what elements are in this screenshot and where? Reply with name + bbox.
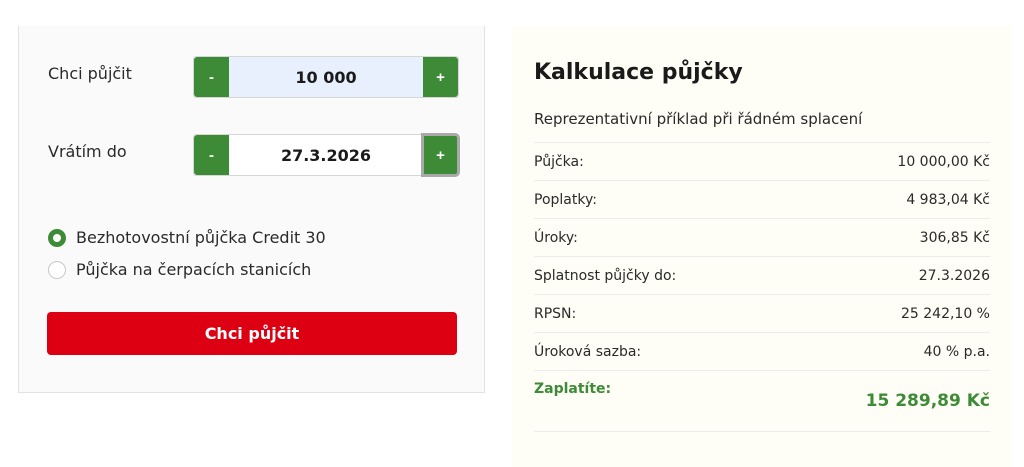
row-label: Poplatky: <box>534 191 597 208</box>
date-stepper: - 27.3.2026 + <box>193 133 460 177</box>
summary-row-total: Zaplatíte: 15 289,89 Kč <box>534 370 990 432</box>
row-value: 10 000,00 Kč <box>897 153 990 170</box>
option-fuel-stations[interactable]: Půjčka na čerpacích stanicích <box>48 260 311 279</box>
option-label: Půjčka na čerpacích stanicích <box>76 260 312 279</box>
summary-table: Půjčka: 10 000,00 Kč Poplatky: 4 983,04 … <box>534 142 990 432</box>
row-label: Půjčka: <box>534 153 584 170</box>
submit-loan-button[interactable]: Chci půjčit <box>47 312 457 355</box>
option-credit30[interactable]: Bezhotovostní půjčka Credit 30 <box>48 228 326 247</box>
row-value: 27.3.2026 <box>918 267 990 284</box>
total-label: Zaplatíte: <box>534 381 612 397</box>
loan-calculation-panel: Kalkulace půjčky Reprezentativní příklad… <box>512 26 1012 467</box>
summary-row-fees: Poplatky: 4 983,04 Kč <box>534 180 990 218</box>
amount-label: Chci půjčit <box>48 64 132 83</box>
date-label: Vrátím do <box>48 142 127 161</box>
total-value: 15 289,89 Kč <box>865 391 990 411</box>
summary-row-interest-rate: Úroková sazba: 40 % p.a. <box>534 332 990 370</box>
option-label: Bezhotovostní půjčka Credit 30 <box>76 228 326 247</box>
radio-checked-icon[interactable] <box>48 228 66 247</box>
summary-row-loan: Půjčka: 10 000,00 Kč <box>534 142 990 180</box>
row-value: 306,85 Kč <box>919 229 990 246</box>
date-input[interactable]: 27.3.2026 <box>229 135 423 175</box>
row-label: RPSN: <box>534 305 577 322</box>
date-decrease-button[interactable]: - <box>194 135 229 175</box>
row-value: 4 983,04 Kč <box>906 191 990 208</box>
row-value: 25 242,10 % <box>900 305 990 322</box>
amount-input[interactable]: 10 000 <box>229 57 423 97</box>
amount-stepper: - 10 000 + <box>193 56 459 98</box>
summary-title: Kalkulace půjčky <box>534 60 743 85</box>
loan-form-panel: Chci půjčit - 10 000 + Vrátím do - 27.3.… <box>18 26 485 393</box>
radio-unchecked-icon[interactable] <box>48 260 66 279</box>
row-value: 40 % p.a. <box>923 343 990 360</box>
date-increase-button[interactable]: + <box>421 133 460 177</box>
summary-subtitle: Reprezentativní příklad při řádném splac… <box>534 110 863 128</box>
summary-row-interest: Úroky: 306,85 Kč <box>534 218 990 256</box>
row-label: Splatnost půjčky do: <box>534 267 677 284</box>
summary-row-due-date: Splatnost půjčky do: 27.3.2026 <box>534 256 990 294</box>
amount-decrease-button[interactable]: - <box>194 57 229 97</box>
summary-row-rpsn: RPSN: 25 242,10 % <box>534 294 990 332</box>
row-label: Úroková sazba: <box>534 343 642 360</box>
row-label: Úroky: <box>534 229 578 246</box>
amount-increase-button[interactable]: + <box>423 57 458 97</box>
